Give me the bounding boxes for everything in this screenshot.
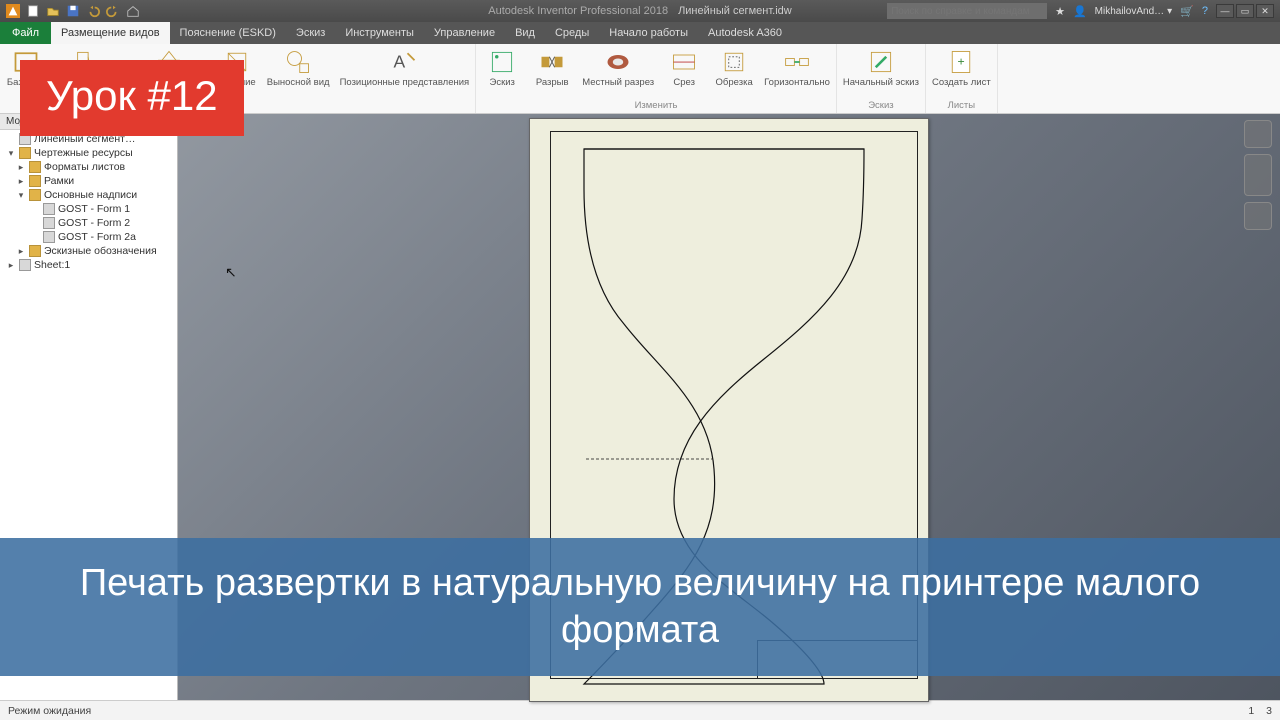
tree-node[interactable]: GOST - Form 2 (2, 216, 177, 230)
ribbon-tabs: Файл Размещение видов Пояснение (ESKD) Э… (0, 22, 1280, 44)
tree-node[interactable]: ▾Чертежные ресурсы (2, 146, 177, 160)
maximize-button[interactable]: ▭ (1236, 4, 1254, 18)
status-text: Режим ожидания (8, 705, 91, 717)
view-cube[interactable] (1244, 154, 1272, 196)
sketch-button[interactable]: Эскиз (482, 48, 522, 88)
break-out-button[interactable]: Местный разрез (582, 48, 654, 88)
file-tab[interactable]: Файл (0, 22, 51, 44)
ribbon-group-modify: Эскиз Разрыв Местный разрез Срез Обрезка… (476, 44, 837, 113)
tab-a360[interactable]: Autodesk A360 (698, 22, 792, 44)
tree-node[interactable]: GOST - Form 1 (2, 202, 177, 216)
undo-icon[interactable] (86, 4, 100, 18)
model-tree: Линейный сегмент… ▾Чертежные ресурсы ▸Фо… (0, 130, 177, 274)
overlay-view-button[interactable]: AПозиционные представления (340, 48, 470, 88)
tab-manage[interactable]: Управление (424, 22, 505, 44)
page-indicator: 13 (1248, 705, 1272, 717)
help-search-input[interactable] (887, 3, 1047, 19)
ribbon-group-sketch: Начальный эскиз Эскиз (837, 44, 926, 113)
tab-sketch[interactable]: Эскиз (286, 22, 335, 44)
ribbon-group-sheets: +Создать лист Листы (926, 44, 998, 113)
tab-environments[interactable]: Среды (545, 22, 599, 44)
detail-view-button[interactable]: Выносной вид (267, 48, 330, 88)
view-cube-panel (1244, 120, 1274, 230)
title-text: Autodesk Inventor Professional 2018 Лине… (488, 5, 791, 17)
group-caption: Изменить (635, 98, 678, 111)
tab-annotation-eskd[interactable]: Пояснение (ESKD) (170, 22, 286, 44)
svg-text:+: + (958, 55, 965, 69)
tree-node[interactable]: ▾Основные надписи (2, 188, 177, 202)
redo-icon[interactable] (106, 4, 120, 18)
group-caption: Листы (948, 98, 975, 111)
crop-button[interactable]: Обрезка (714, 48, 754, 88)
new-sheet-button[interactable]: +Создать лист (932, 48, 991, 88)
tree-node[interactable]: ▸Рамки (2, 174, 177, 188)
app-name: Autodesk Inventor Professional 2018 (488, 5, 668, 17)
window-controls: — ▭ ✕ (1216, 4, 1274, 18)
open-icon[interactable] (46, 4, 60, 18)
signin-icon[interactable]: 👤 (1073, 5, 1087, 18)
new-icon[interactable] (26, 4, 40, 18)
cart-icon[interactable]: 🛒 (1180, 5, 1194, 18)
save-icon[interactable] (66, 4, 80, 18)
quick-access-toolbar (0, 4, 146, 18)
slice-button[interactable]: Срез (664, 48, 704, 88)
break-button[interactable]: Разрыв (532, 48, 572, 88)
user-label[interactable]: MikhailovAnd… ▾ (1095, 6, 1173, 17)
tree-sheet[interactable]: ▸Sheet:1 (2, 258, 177, 272)
start-sketch-button[interactable]: Начальный эскиз (843, 48, 919, 88)
status-bar: Режим ожидания 13 (0, 700, 1280, 720)
tree-node[interactable]: ▸Форматы листов (2, 160, 177, 174)
tab-view[interactable]: Вид (505, 22, 545, 44)
help-icon[interactable]: ? (1202, 5, 1208, 17)
minimize-button[interactable]: — (1216, 4, 1234, 18)
home-icon[interactable] (126, 4, 140, 18)
home-view-button[interactable] (1244, 120, 1272, 148)
document-name: Линейный сегмент.idw (678, 5, 792, 17)
title-bar: Autodesk Inventor Professional 2018 Лине… (0, 0, 1280, 22)
star-icon[interactable]: ★ (1055, 5, 1065, 18)
mouse-cursor: ↖ (225, 264, 237, 281)
lesson-title-overlay: Печать развертки в натуральную величину … (0, 538, 1280, 676)
app-icon (6, 4, 20, 18)
horizontal-button[interactable]: Горизонтально (764, 48, 830, 88)
svg-text:A: A (394, 51, 406, 71)
tab-get-started[interactable]: Начало работы (599, 22, 698, 44)
lesson-number-overlay: Урок #12 (20, 60, 244, 136)
tree-node[interactable]: GOST - Form 2a (2, 230, 177, 244)
nav-wheel-button[interactable] (1244, 202, 1272, 230)
tab-tools[interactable]: Инструменты (335, 22, 424, 44)
tab-placement-views[interactable]: Размещение видов (51, 22, 170, 44)
close-button[interactable]: ✕ (1256, 4, 1274, 18)
tree-node[interactable]: ▸Эскизные обозначения (2, 244, 177, 258)
group-caption: Эскиз (868, 98, 893, 111)
